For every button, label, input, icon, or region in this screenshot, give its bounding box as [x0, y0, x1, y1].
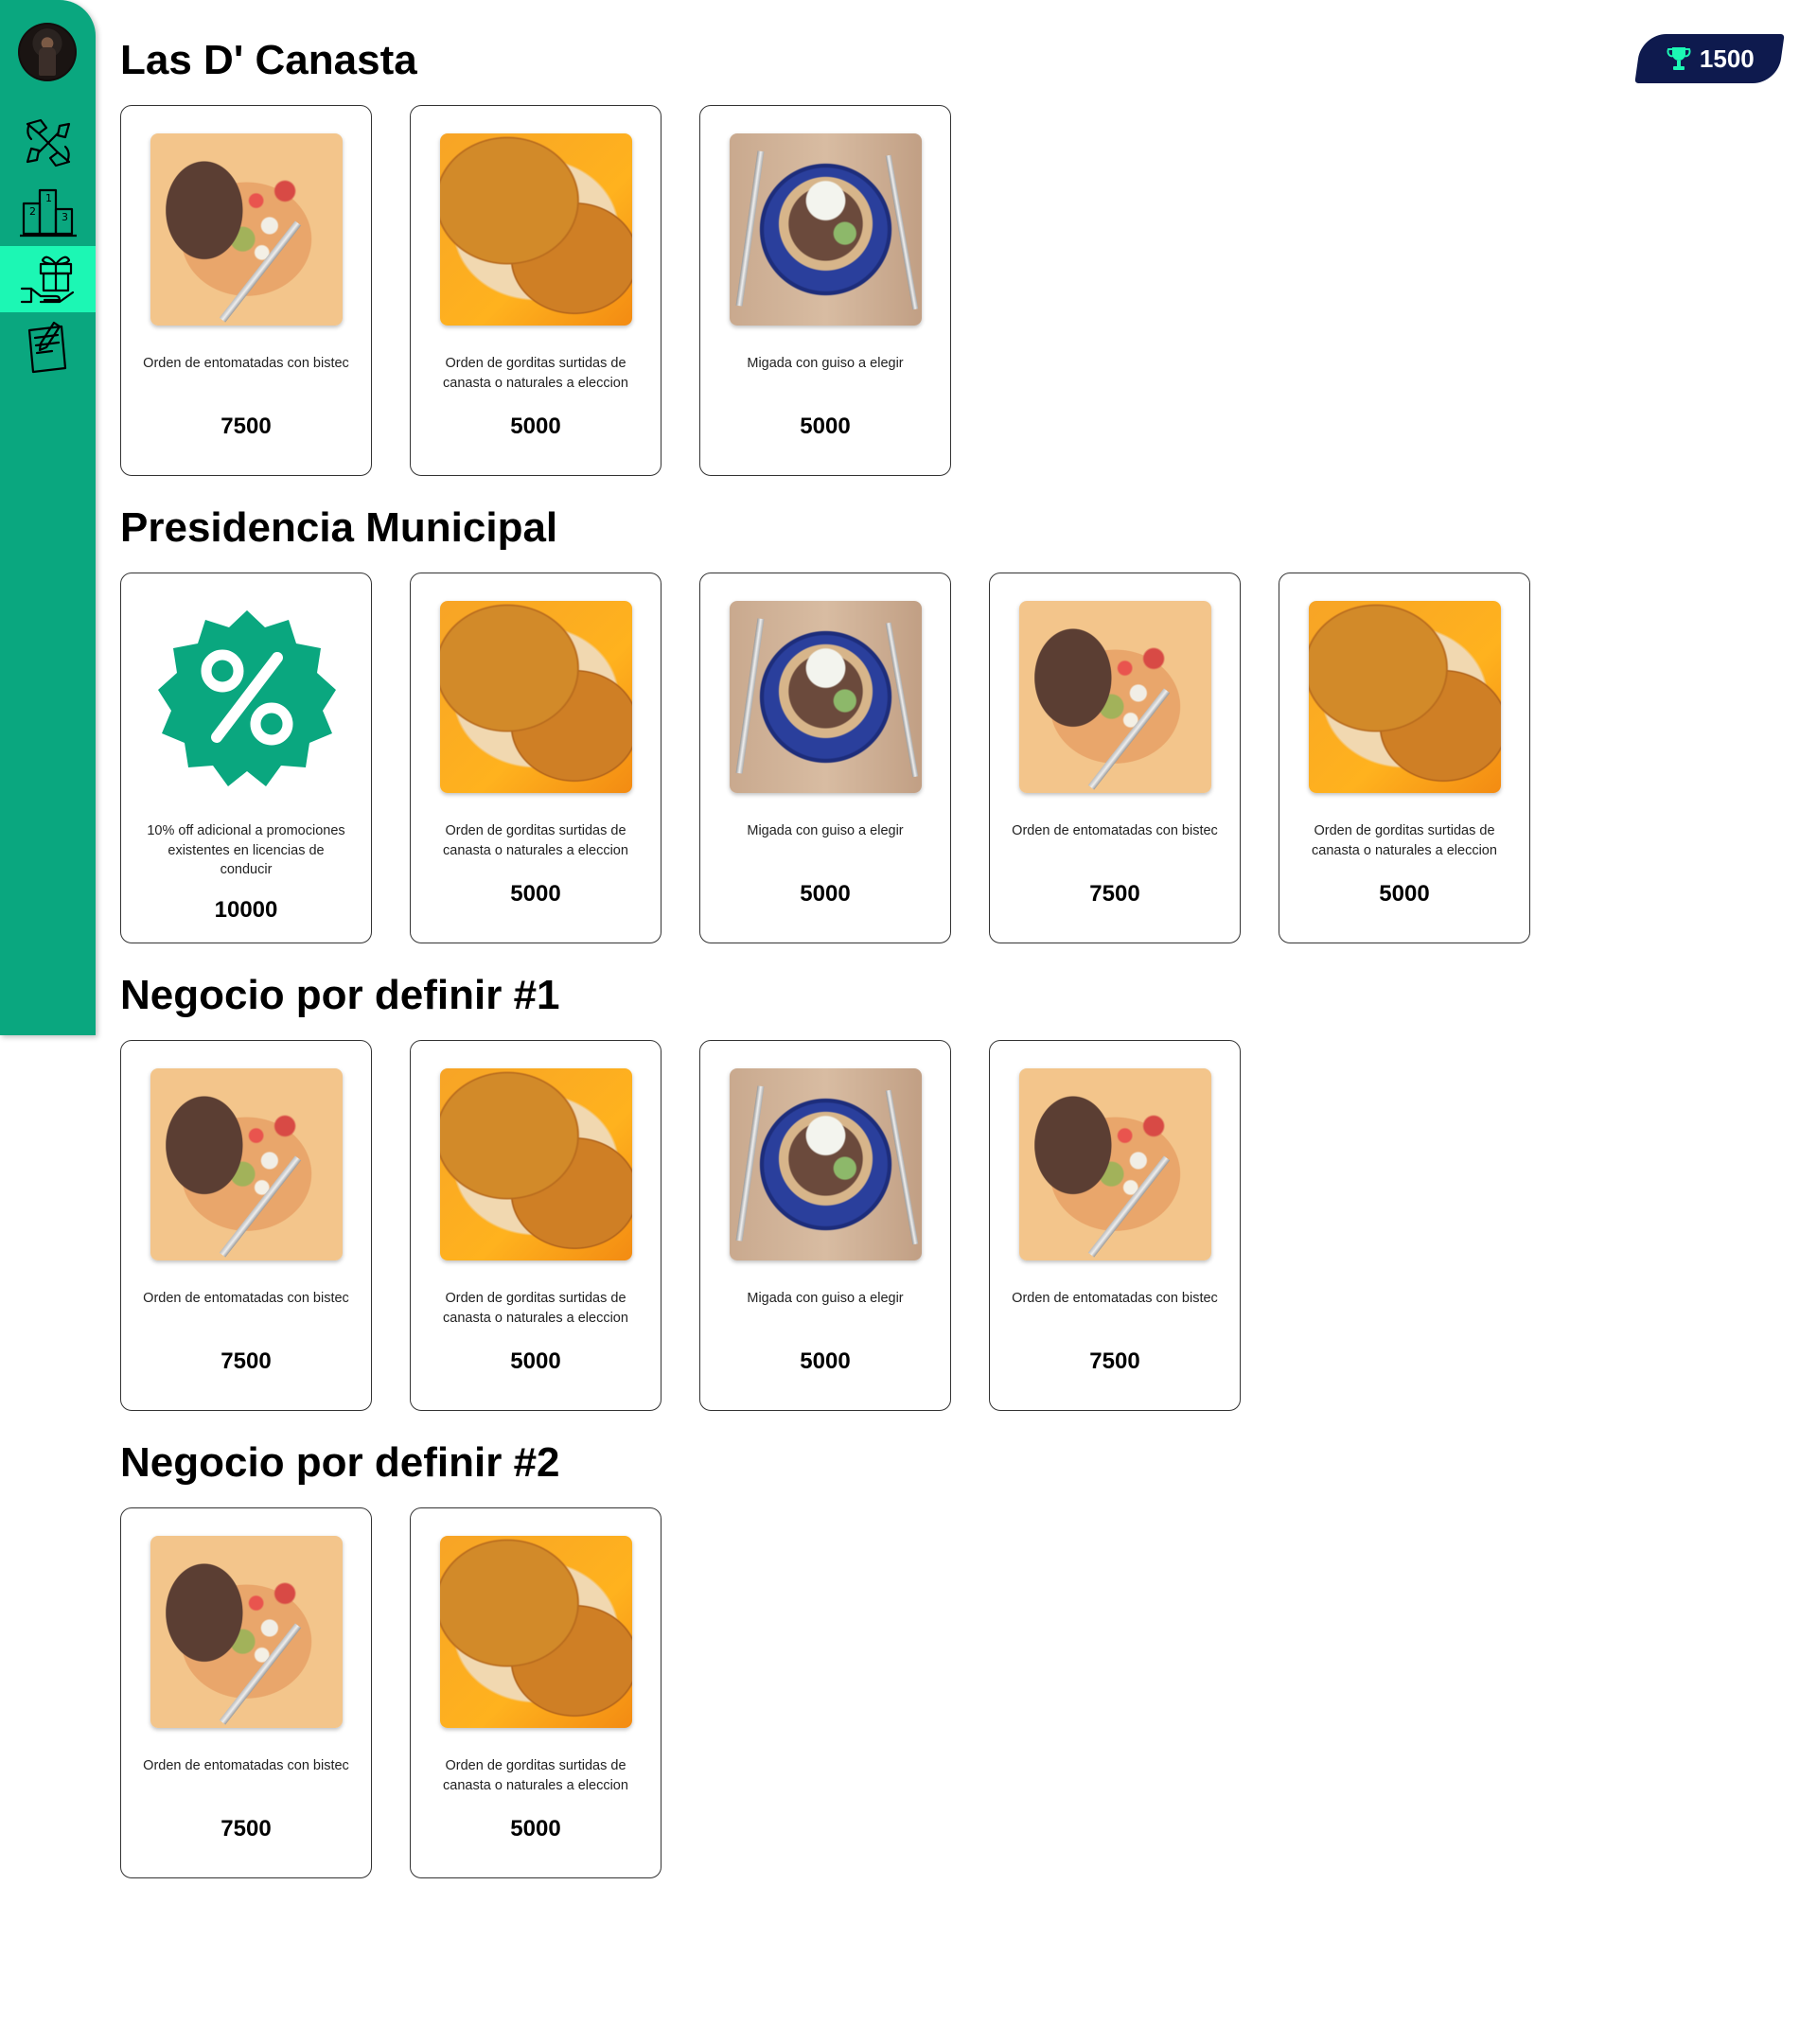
reward-description: Orden de entomatadas con bistec [1012, 1291, 1218, 1306]
hands-group-icon [26, 118, 70, 167]
svg-text:3: 3 [62, 211, 68, 223]
reward-price: 7500 [221, 1348, 272, 1374]
reward-card[interactable]: Orden de gorditas surtidas de canasta o … [410, 1040, 662, 1411]
trophy-icon [1667, 47, 1691, 70]
reward-description: Orden de gorditas surtidas de canasta o … [443, 1758, 628, 1793]
entomatadas-photo [150, 133, 343, 326]
reward-description: Orden de entomatadas con bistec [143, 356, 349, 371]
reward-card[interactable]: 10% off adicional a promociones existent… [120, 573, 372, 943]
sidebar-item-tasks[interactable] [0, 314, 96, 380]
reward-card[interactable]: Migada con guiso a elegir 5000 [699, 1040, 951, 1411]
avatar[interactable] [18, 23, 77, 81]
reward-description: Orden de gorditas surtidas de canasta o … [1312, 823, 1497, 858]
points-badge: 1500 [1634, 34, 1785, 83]
reward-card[interactable]: Orden de entomatadas con bistec 7500 [120, 1040, 372, 1411]
reward-price: 5000 [510, 1816, 561, 1841]
reward-description: Orden de gorditas surtidas de canasta o … [443, 823, 628, 858]
gorditas-photo [440, 133, 632, 326]
reward-card[interactable]: Migada con guiso a elegir 5000 [699, 573, 951, 943]
gorditas-photo [1309, 601, 1501, 793]
reward-card[interactable]: Orden de gorditas surtidas de canasta o … [410, 1507, 662, 1878]
reward-price: 10000 [214, 897, 278, 923]
reward-card[interactable]: Migada con guiso a elegir 5000 [699, 105, 951, 476]
reward-price: 5000 [510, 414, 561, 439]
reward-price: 7500 [221, 1816, 272, 1841]
sidebar-item-rewards[interactable] [0, 246, 96, 312]
reward-card[interactable]: Orden de entomatadas con bistec 7500 [989, 573, 1241, 943]
entomatadas-photo [150, 1536, 343, 1728]
svg-text:1: 1 [45, 192, 52, 204]
reward-description: 10% off adicional a promociones existent… [147, 823, 345, 877]
reward-price: 5000 [800, 414, 851, 439]
reward-price: 5000 [510, 1348, 561, 1374]
notepad-pencil-icon [27, 321, 66, 374]
reward-description: Orden de entomatadas con bistec [143, 1291, 349, 1306]
reward-price: 5000 [510, 881, 561, 907]
section-title: Negocio por definir #1 [120, 972, 560, 1018]
svg-text:2: 2 [29, 205, 36, 218]
section-title: Negocio por definir #2 [120, 1439, 560, 1486]
gorditas-photo [440, 601, 632, 793]
reward-description: Orden de entomatadas con bistec [143, 1758, 349, 1773]
reward-price: 5000 [800, 1348, 851, 1374]
reward-card[interactable]: Orden de gorditas surtidas de canasta o … [410, 573, 662, 943]
migada-photo [730, 133, 922, 326]
reward-row: Orden de entomatadas con bistec 7500 Ord… [120, 105, 951, 476]
reward-price: 7500 [1089, 1348, 1140, 1374]
points-value: 1500 [1699, 44, 1755, 73]
sidebar-item-ranking[interactable]: 2 1 3 [0, 178, 96, 244]
reward-price: 5000 [1379, 881, 1430, 907]
migada-photo [730, 601, 922, 793]
entomatadas-photo [1019, 1068, 1211, 1260]
reward-row: 10% off adicional a promociones existent… [120, 573, 1530, 943]
section-title: Presidencia Municipal [120, 504, 558, 551]
entomatadas-photo [150, 1068, 343, 1260]
reward-card[interactable]: Orden de gorditas surtidas de canasta o … [410, 105, 662, 476]
reward-card[interactable]: Orden de gorditas surtidas de canasta o … [1279, 573, 1530, 943]
gorditas-photo [440, 1068, 632, 1260]
gift-hand-icon [20, 256, 74, 304]
entomatadas-photo [1019, 601, 1211, 793]
reward-price: 7500 [221, 414, 272, 439]
migada-photo [730, 1068, 922, 1260]
reward-description: Orden de entomatadas con bistec [1012, 823, 1218, 838]
podium-icon: 2 1 3 [19, 188, 77, 238]
percent-badge-icon [157, 609, 336, 786]
reward-row: Orden de entomatadas con bistec 7500 Ord… [120, 1040, 1241, 1411]
reward-description: Orden de gorditas surtidas de canasta o … [443, 356, 628, 391]
reward-card[interactable]: Orden de entomatadas con bistec 7500 [120, 1507, 372, 1878]
reward-description: Orden de gorditas surtidas de canasta o … [443, 1291, 628, 1326]
reward-price: 5000 [800, 881, 851, 907]
sidebar-item-community[interactable] [0, 110, 96, 176]
reward-row: Orden de entomatadas con bistec 7500 Ord… [120, 1507, 662, 1878]
reward-card[interactable]: Orden de entomatadas con bistec 7500 [989, 1040, 1241, 1411]
reward-price: 7500 [1089, 881, 1140, 907]
reward-card[interactable]: Orden de entomatadas con bistec 7500 [120, 105, 372, 476]
gorditas-photo [440, 1536, 632, 1728]
reward-description: Migada con guiso a elegir [747, 356, 904, 371]
reward-description: Migada con guiso a elegir [747, 823, 904, 838]
discount-badge [150, 601, 343, 793]
sidebar: 2 1 3 [0, 0, 96, 1035]
section-title: Las D' Canasta [120, 37, 417, 83]
reward-description: Migada con guiso a elegir [747, 1291, 904, 1306]
